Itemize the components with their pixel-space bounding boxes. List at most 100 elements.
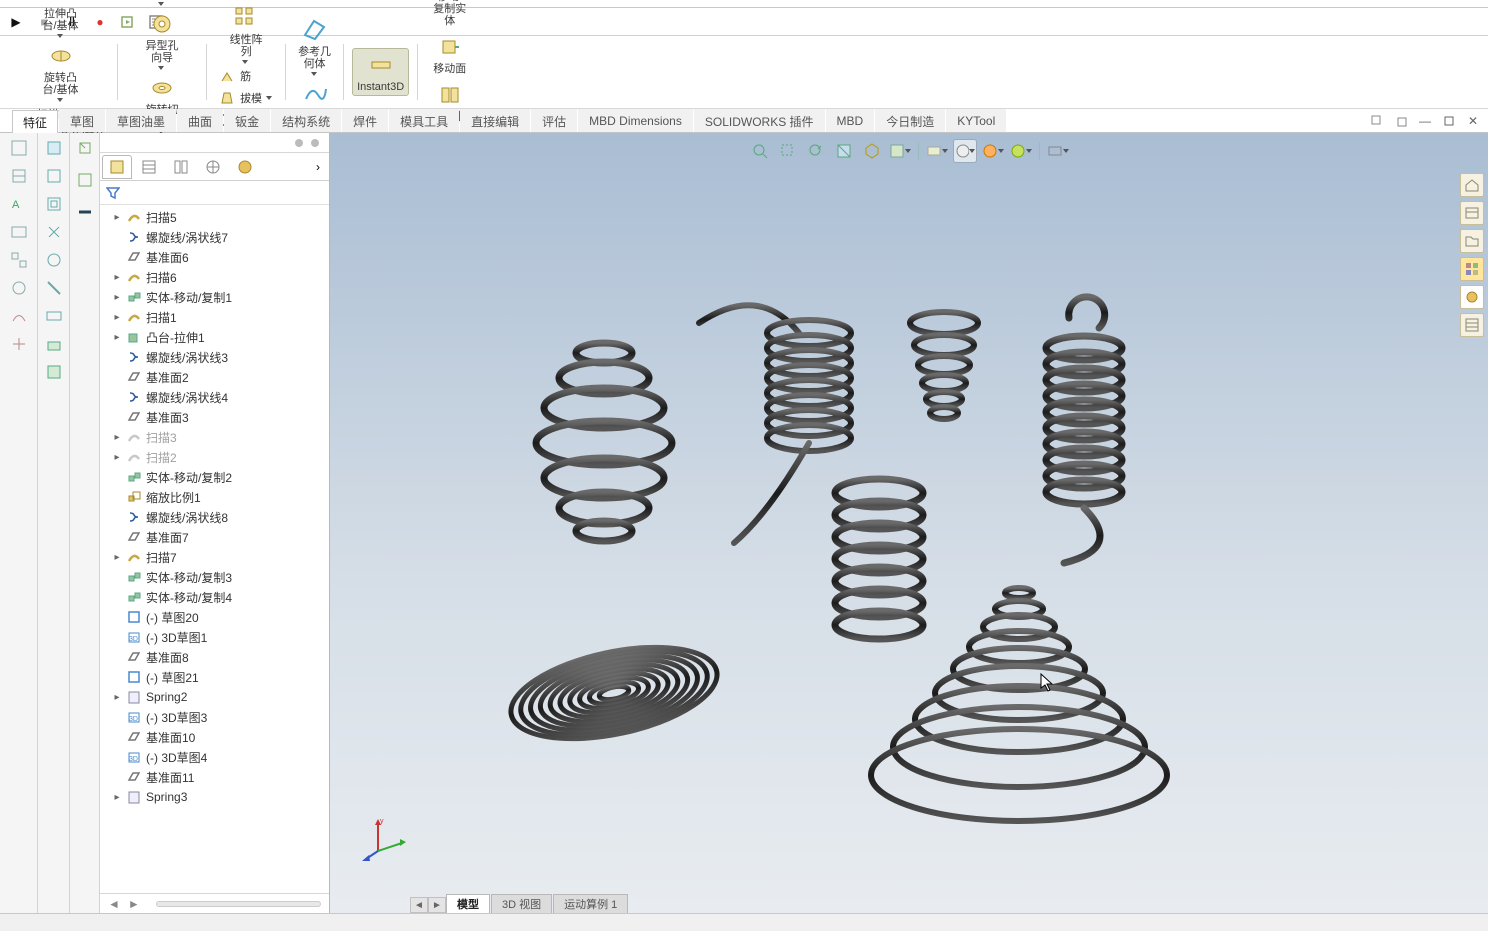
feature-node[interactable]: ▸扫描3 [102,427,329,447]
expand-icon[interactable]: ▸ [112,332,122,343]
view-triad[interactable]: y [360,813,410,863]
feature-node[interactable]: 基准面8 [102,647,329,667]
macro-step-button[interactable] [118,12,138,32]
ribbon-tab-4[interactable]: 钣金 [224,109,270,132]
feature-node[interactable]: ▸实体-移动/复制1 [102,287,329,307]
ribbon-tab-6[interactable]: 焊件 [342,109,388,132]
expand-icon[interactable]: ▸ [112,552,122,563]
lt1-btn-6[interactable] [8,277,30,299]
lt3-btn-2[interactable] [74,169,96,191]
feature-node[interactable]: 螺旋线/涡状线8 [102,507,329,527]
feature-node[interactable]: (-) 草图20 [102,607,329,627]
fm-tab-dim[interactable] [198,155,228,179]
close-button[interactable]: ✕ [1466,114,1480,128]
ribbon-tab-9[interactable]: 评估 [531,109,577,132]
ribbon-tab-13[interactable]: 今日制造 [875,109,945,132]
feature-node[interactable]: 基准面2 [102,367,329,387]
feature-node[interactable]: 实体-移动/复制4 [102,587,329,607]
lt2-btn-2[interactable] [43,165,65,187]
expand-icon[interactable]: ▸ [112,452,122,463]
lt1-btn-4[interactable] [8,221,30,243]
feature-node[interactable]: ▸扫描7 [102,547,329,567]
macro-record-button[interactable]: ● [90,12,110,32]
feature-node[interactable]: ▸扫描5 [102,207,329,227]
ribbon-tab-5[interactable]: 结构系统 [271,109,341,132]
feature-node[interactable]: ▸Spring2 [102,687,329,707]
ribbon-tab-7[interactable]: 模具工具 [389,109,459,132]
lt3-btn-3[interactable] [74,201,96,223]
rollback-bar[interactable] [156,901,321,907]
fm-tab-more[interactable]: › [309,155,327,179]
feature-node[interactable]: 基准面6 [102,247,329,267]
draft-button[interactable]: 拔模 [215,88,277,108]
fm-tab-tree[interactable] [102,155,132,179]
ribbon-tab-0[interactable]: 特征 [12,110,58,133]
ribbon-tab-3[interactable]: 曲面 [177,109,223,132]
expand-icon[interactable]: ▸ [112,692,122,703]
lt3-btn-1[interactable] [74,137,96,159]
feature-node[interactable]: 3D(-) 3D草图3 [102,707,329,727]
extrude-boss-button[interactable]: 拉伸凸 台/基体 [39,0,83,40]
fm-tab-config[interactable] [166,155,196,179]
prev-doc-button[interactable] [1370,114,1384,128]
move-face-button[interactable]: 移动面 [429,31,470,77]
feature-node[interactable]: 缩放比例1 [102,487,329,507]
ribbon-tab-12[interactable]: MBD [826,109,875,132]
expand-icon[interactable]: ▸ [112,272,122,283]
lt1-btn-3[interactable]: A [8,193,30,215]
lt2-btn-8[interactable] [43,333,65,355]
doc-tab-0[interactable]: 模型 [446,894,490,913]
expand-icon[interactable]: ▸ [112,792,122,803]
feature-node[interactable]: 螺旋线/涡状线7 [102,227,329,247]
feature-node[interactable]: 螺旋线/涡状线4 [102,387,329,407]
feature-node[interactable]: 螺旋线/涡状线3 [102,347,329,367]
hole-wizard-button[interactable]: 异型孔 向导 [142,8,183,72]
doc-tab-2[interactable]: 运动算例 1 [553,894,628,913]
lt1-btn-2[interactable] [8,165,30,187]
expand-icon[interactable]: ▸ [112,212,122,223]
feature-node[interactable]: 3D(-) 3D草图1 [102,627,329,647]
instant3d-button[interactable]: Instant3D [352,48,409,96]
ribbon-tab-1[interactable]: 草图 [59,109,105,132]
feature-node[interactable]: ▸扫描2 [102,447,329,467]
lt1-btn-8[interactable] [8,333,30,355]
feature-tree[interactable]: ▸扫描5 螺旋线/涡状线7 基准面6▸扫描6▸实体-移动/复制1▸扫描1▸凸台-… [100,205,329,893]
expand-icon[interactable]: ▸ [112,432,122,443]
ribbon-tab-8[interactable]: 直接编辑 [460,109,530,132]
lt2-btn-1[interactable] [43,137,65,159]
minimize-button[interactable]: — [1418,114,1432,128]
ribbon-tab-10[interactable]: MBD Dimensions [578,109,693,132]
revolve-boss-button[interactable]: 旋转凸 台/基体 [39,40,83,104]
doc-tab-next[interactable]: ► [428,897,446,913]
fm-tab-property[interactable] [134,155,164,179]
ribbon-tab-2[interactable]: 草图油墨 [106,109,176,132]
expand-icon[interactable]: ▸ [112,292,122,303]
lt2-btn-6[interactable] [43,277,65,299]
move-copy-body-button[interactable]: 移动/ 复制实 体 [429,0,470,29]
feature-node[interactable]: 基准面11 [102,767,329,787]
lt2-btn-9[interactable] [43,361,65,383]
expand-icon[interactable]: ▸ [112,312,122,323]
pattern-button[interactable]: 线性阵 列 [226,2,267,66]
fm-tab-appearance[interactable] [230,155,260,179]
feature-node[interactable]: ▸Spring3 [102,787,329,807]
filter-icon[interactable] [106,186,120,200]
next-doc-button[interactable] [1394,114,1408,128]
feature-node[interactable]: 实体-移动/复制2 [102,467,329,487]
doc-tab-1[interactable]: 3D 视图 [491,894,552,913]
feature-node[interactable]: ▸扫描6 [102,267,329,287]
feature-node[interactable]: 3D(-) 3D草图4 [102,747,329,767]
feature-node[interactable]: 基准面7 [102,527,329,547]
lt1-btn-1[interactable] [8,137,30,159]
feature-node[interactable]: ▸凸台-拉伸1 [102,327,329,347]
maximize-button[interactable] [1442,114,1456,128]
feature-node[interactable]: (-) 草图21 [102,667,329,687]
feature-node[interactable]: ▸扫描1 [102,307,329,327]
lt2-btn-5[interactable] [43,249,65,271]
ribbon-tab-14[interactable]: KYTool [946,109,1006,132]
lt1-btn-7[interactable] [8,305,30,327]
feature-node[interactable]: 基准面10 [102,727,329,747]
rib-button[interactable]: 筋 [215,66,277,86]
graphics-viewport[interactable]: y ◄ ► 模型3D 视图运动算例 1 [330,133,1488,913]
lt2-btn-3[interactable] [43,193,65,215]
